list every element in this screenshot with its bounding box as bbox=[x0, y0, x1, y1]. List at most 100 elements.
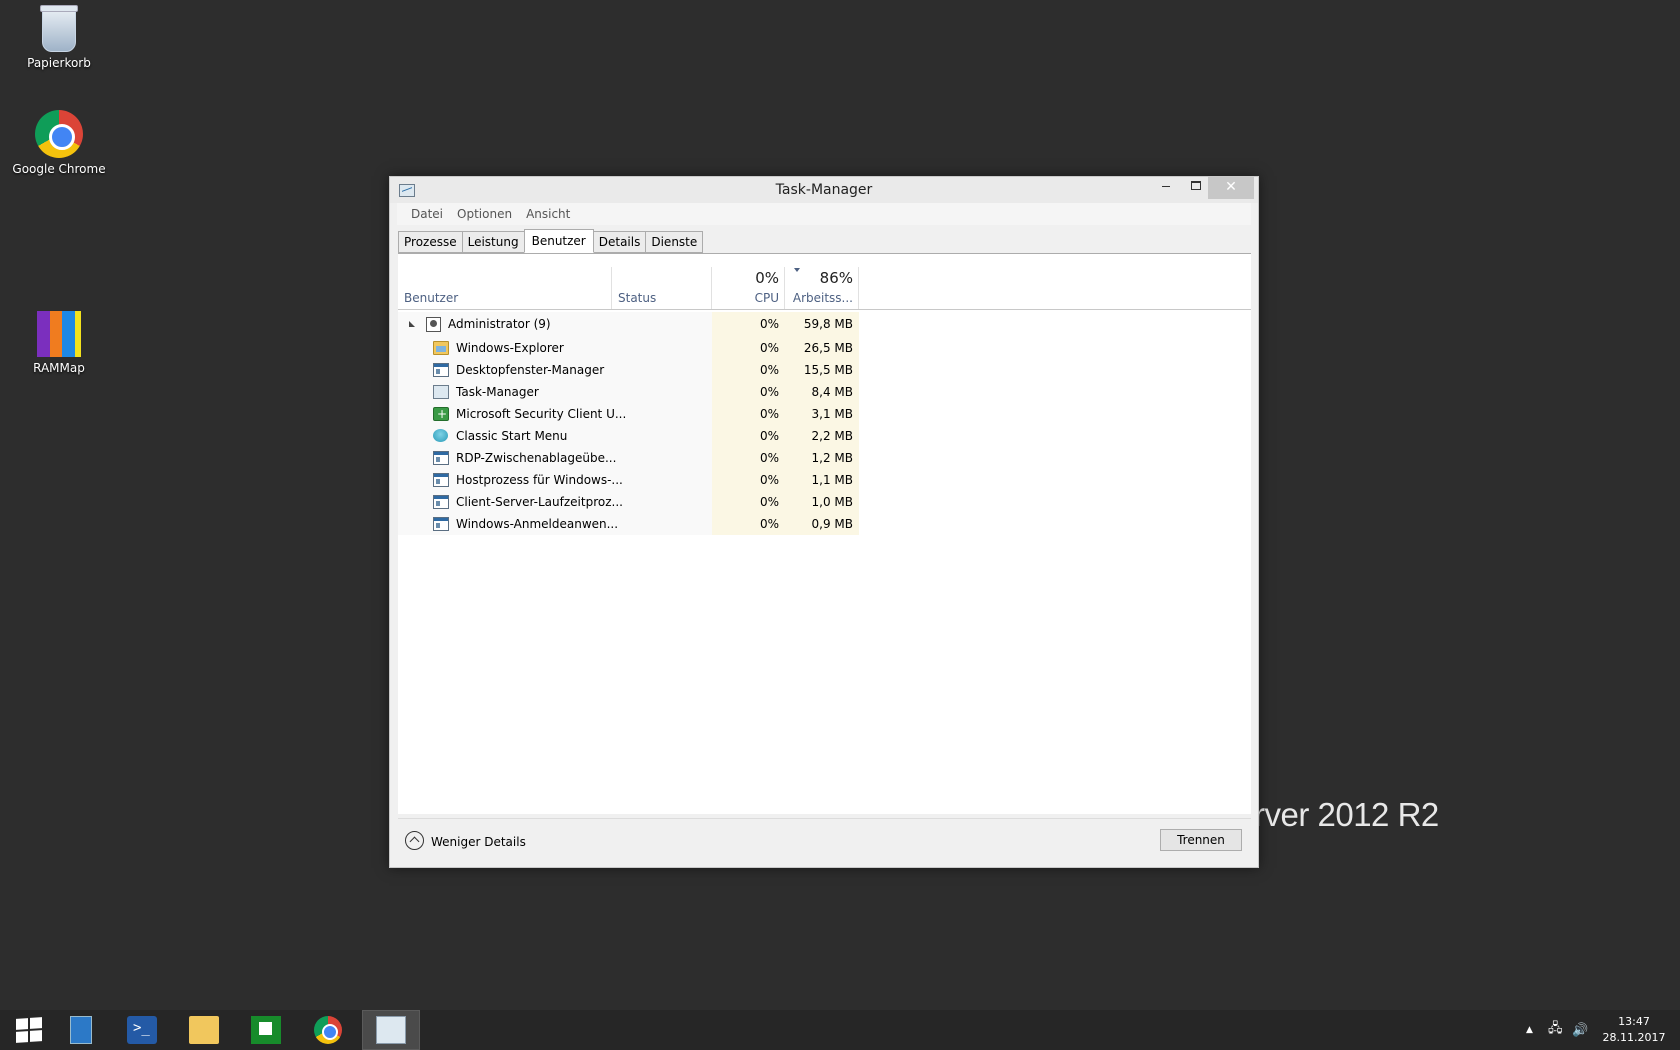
process-name: Desktopfenster-Manager bbox=[456, 363, 605, 377]
column-header-cpu[interactable]: 0% CPU bbox=[712, 254, 785, 310]
taskbar: ▲ 🖧 🔊 13:47 28.11.2017 bbox=[0, 1010, 1680, 1050]
os-watermark: rver 2012 R2 bbox=[1254, 796, 1439, 833]
process-name: Windows-Explorer bbox=[456, 341, 564, 355]
tab-dienste[interactable]: Dienste bbox=[645, 231, 704, 253]
disconnect-button[interactable]: Trennen bbox=[1160, 829, 1242, 851]
tab-benutzer[interactable]: Benutzer bbox=[523, 229, 594, 253]
memory-value: 2,2 MB bbox=[785, 425, 859, 447]
process-row[interactable]: Windows-Explorer 0% 26,5 MB bbox=[398, 337, 859, 359]
column-header-user[interactable]: Benutzer bbox=[398, 254, 612, 310]
window-title: Task-Manager bbox=[775, 182, 873, 198]
column-label-status: Status bbox=[618, 291, 657, 305]
tab-strip: Prozesse Leistung Benutzer Details Diens… bbox=[398, 229, 704, 253]
folder-icon bbox=[189, 1016, 219, 1044]
chevron-up-circle-icon[interactable] bbox=[405, 831, 424, 850]
clock-date: 28.11.2017 bbox=[1602, 1031, 1666, 1044]
window-app-icon bbox=[433, 517, 449, 531]
memory-value: 15,5 MB bbox=[785, 359, 859, 381]
desktop-icon-label: Papierkorb bbox=[27, 56, 91, 70]
cpu-value: 0% bbox=[712, 491, 785, 513]
network-tray-icon[interactable]: 🖧 bbox=[1548, 1010, 1563, 1050]
cpu-value: 0% bbox=[712, 469, 785, 491]
cpu-value: 0% bbox=[712, 403, 785, 425]
cpu-value: 0% bbox=[712, 425, 785, 447]
menu-bar: Datei Optionen Ansicht bbox=[397, 203, 1251, 225]
cpu-value: 0% bbox=[712, 381, 785, 403]
cpu-value: 0% bbox=[712, 312, 785, 337]
store-icon bbox=[251, 1016, 281, 1044]
minimize-button[interactable] bbox=[1152, 177, 1180, 199]
recycle-bin-icon bbox=[40, 5, 78, 52]
cpu-value: 0% bbox=[712, 359, 785, 381]
process-name: Windows-Anmeldeanwen... bbox=[456, 517, 619, 531]
start-button[interactable] bbox=[0, 1010, 58, 1050]
menu-datei[interactable]: Datei bbox=[405, 207, 450, 221]
column-header-row: Benutzer Status 0% CPU 86% Arbeitss... bbox=[398, 254, 1251, 310]
memory-value: 1,0 MB bbox=[785, 491, 859, 513]
process-row[interactable]: Task-Manager 0% 8,4 MB bbox=[398, 381, 859, 403]
cpu-value: 0% bbox=[712, 337, 785, 359]
process-row[interactable]: Hostprozess für Windows-... 0% 1,1 MB bbox=[398, 469, 859, 491]
clock-time: 13:47 bbox=[1618, 1015, 1650, 1028]
tab-prozesse[interactable]: Prozesse bbox=[398, 231, 463, 253]
menu-ansicht[interactable]: Ansicht bbox=[519, 207, 577, 221]
maximize-button[interactable] bbox=[1182, 177, 1210, 199]
taskbar-server-manager[interactable] bbox=[52, 1010, 110, 1050]
process-row[interactable]: Microsoft Security Client U... 0% 3,1 MB bbox=[398, 403, 859, 425]
network-icon: 🖧 bbox=[1548, 1021, 1563, 1036]
users-panel: Benutzer Status 0% CPU 86% Arbeitss... A… bbox=[398, 253, 1251, 814]
process-row[interactable]: Classic Start Menu 0% 2,2 MB bbox=[398, 425, 859, 447]
desktop-icon-recycle-bin[interactable]: Papierkorb bbox=[9, 5, 109, 70]
memory-value: 1,1 MB bbox=[785, 469, 859, 491]
taskbar-chrome[interactable] bbox=[299, 1010, 357, 1050]
memory-value: 1,2 MB bbox=[785, 447, 859, 469]
show-hidden-icons-button[interactable]: ▲ bbox=[1526, 1010, 1533, 1050]
user-name: Administrator (9) bbox=[448, 317, 551, 331]
tab-leistung[interactable]: Leistung bbox=[461, 231, 525, 253]
volume-tray-icon[interactable]: 🔊 bbox=[1572, 1010, 1588, 1050]
memory-value: 59,8 MB bbox=[785, 312, 859, 337]
server-manager-icon bbox=[70, 1016, 92, 1044]
taskbar-store[interactable] bbox=[237, 1010, 295, 1050]
taskbar-task-manager[interactable] bbox=[362, 1010, 420, 1050]
desktop-icon-rammap[interactable]: RAMMap bbox=[9, 311, 109, 375]
taskbar-clock[interactable]: 13:47 28.11.2017 bbox=[1596, 1014, 1672, 1046]
column-header-status[interactable]: Status bbox=[612, 254, 712, 310]
column-label-user: Benutzer bbox=[404, 291, 459, 305]
user-icon bbox=[426, 317, 441, 332]
title-bar[interactable]: Task-Manager ✕ bbox=[390, 177, 1258, 203]
memory-value: 8,4 MB bbox=[785, 381, 859, 403]
windows-logo-icon bbox=[16, 1017, 42, 1043]
process-name: Classic Start Menu bbox=[456, 429, 568, 443]
user-group-row[interactable]: Administrator (9) 0% 59,8 MB bbox=[398, 312, 859, 337]
explorer-icon bbox=[433, 341, 449, 355]
minimize-icon bbox=[1162, 186, 1170, 187]
memory-total-percent: 86% bbox=[819, 269, 853, 287]
memory-value: 0,9 MB bbox=[785, 513, 859, 535]
column-header-memory[interactable]: 86% Arbeitss... bbox=[785, 254, 859, 310]
process-row[interactable]: Desktopfenster-Manager 0% 15,5 MB bbox=[398, 359, 859, 381]
classic-start-menu-icon bbox=[433, 429, 448, 442]
process-name: Hostprozess für Windows-... bbox=[456, 473, 623, 487]
taskbar-file-explorer[interactable] bbox=[175, 1010, 233, 1050]
cpu-value: 0% bbox=[712, 513, 785, 535]
process-row[interactable]: RDP-Zwischenablageübe... 0% 1,2 MB bbox=[398, 447, 859, 469]
cpu-total-percent: 0% bbox=[755, 269, 779, 287]
rammap-icon bbox=[37, 311, 82, 357]
user-process-list: Administrator (9) 0% 59,8 MB Windows-Exp… bbox=[398, 312, 859, 535]
menu-optionen[interactable]: Optionen bbox=[450, 207, 519, 221]
window-app-icon bbox=[433, 473, 449, 487]
memory-value: 3,1 MB bbox=[785, 403, 859, 425]
chrome-icon bbox=[314, 1016, 342, 1044]
collapse-arrow-icon[interactable] bbox=[409, 321, 415, 327]
process-row[interactable]: Client-Server-Laufzeitproz... 0% 1,0 MB bbox=[398, 491, 859, 513]
window-app-icon bbox=[433, 495, 449, 509]
process-row[interactable]: Windows-Anmeldeanwen... 0% 0,9 MB bbox=[398, 513, 859, 535]
close-button[interactable]: ✕ bbox=[1208, 177, 1254, 199]
tab-details[interactable]: Details bbox=[592, 231, 647, 253]
desktop-icon-google-chrome[interactable]: Google Chrome bbox=[9, 110, 109, 176]
desktop-icon-label: Google Chrome bbox=[12, 162, 106, 176]
desktop-icon-label: RAMMap bbox=[33, 361, 85, 375]
less-details-link[interactable]: Weniger Details bbox=[431, 835, 526, 849]
taskbar-powershell[interactable] bbox=[113, 1010, 171, 1050]
